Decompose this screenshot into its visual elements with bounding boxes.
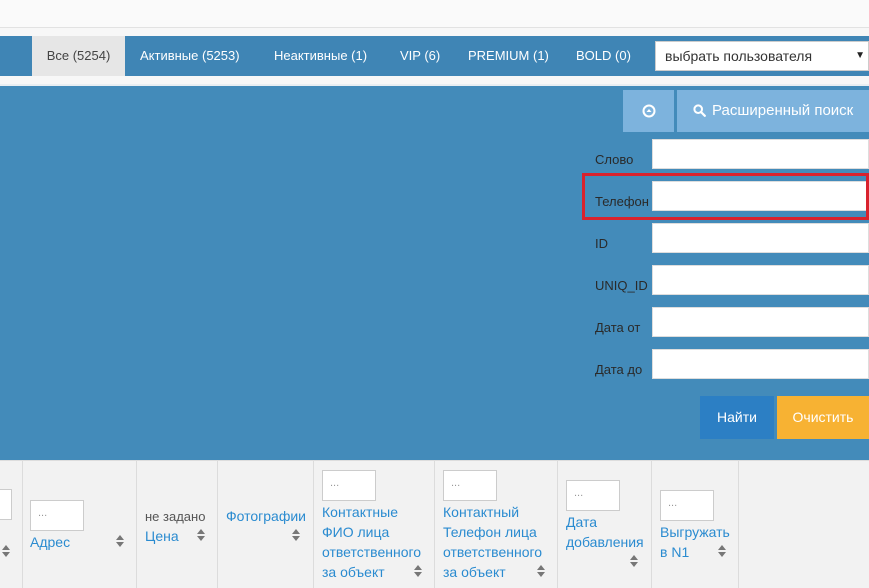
price-column-header[interactable]: Цена bbox=[145, 526, 179, 546]
uniq-id-input[interactable] bbox=[652, 265, 869, 295]
tab-bold[interactable]: BOLD (0) bbox=[576, 36, 631, 76]
chevron-down-icon: ▼ bbox=[855, 50, 865, 61]
header-line: за объект bbox=[443, 564, 506, 580]
sort-icon[interactable] bbox=[2, 545, 10, 557]
find-button[interactable]: Найти bbox=[700, 396, 774, 439]
price-filter-value[interactable]: не задано bbox=[145, 509, 205, 524]
word-input[interactable] bbox=[652, 139, 869, 169]
phone-field-highlight bbox=[582, 173, 869, 220]
header-line: Контактные bbox=[322, 504, 398, 520]
header-line: ответственного bbox=[443, 544, 543, 560]
search-icon bbox=[693, 104, 706, 117]
word-label: Слово bbox=[595, 152, 634, 167]
address-filter-input[interactable]: ... bbox=[30, 500, 84, 531]
column-separator bbox=[22, 461, 23, 588]
clear-button[interactable]: Очистить bbox=[777, 396, 869, 439]
sort-icon[interactable] bbox=[630, 555, 638, 567]
column-separator bbox=[313, 461, 314, 588]
header-line: за объект bbox=[322, 564, 385, 580]
date-from-input[interactable] bbox=[652, 307, 869, 337]
contact-name-column-header[interactable]: Контактные ФИО лица ответственного за об… bbox=[322, 502, 421, 582]
filter-input[interactable]: ... bbox=[0, 489, 12, 520]
header-line: ответственного bbox=[322, 544, 422, 560]
sort-icon[interactable] bbox=[116, 535, 124, 547]
date-added-filter-input[interactable]: ... bbox=[566, 480, 620, 511]
contact-phone-column-header[interactable]: Контактный Телефон лица ответственного з… bbox=[443, 502, 542, 582]
user-select-value: выбрать пользователя bbox=[665, 48, 813, 64]
header-line: Телефон лица bbox=[443, 524, 537, 540]
column-separator bbox=[738, 461, 739, 588]
date-from-label: Дата от bbox=[595, 320, 641, 335]
sort-icon[interactable] bbox=[718, 545, 726, 557]
export-n1-filter-input[interactable]: ... bbox=[660, 490, 714, 521]
tab-premium[interactable]: PREMIUM (1) bbox=[468, 36, 549, 76]
header-line: Выгружать bbox=[660, 524, 730, 540]
tab-all[interactable]: Все (5254) bbox=[32, 36, 125, 76]
table-header: ... ... Адрес не задано Цена Фотографии … bbox=[0, 460, 869, 588]
contact-name-filter-input[interactable]: ... bbox=[322, 470, 376, 501]
header-line: добавления bbox=[566, 534, 644, 550]
tab-vip[interactable]: VIP (6) bbox=[400, 36, 440, 76]
sort-icon[interactable] bbox=[414, 565, 422, 577]
tab-inactive[interactable]: Неактивные (1) bbox=[274, 36, 367, 76]
toggle-search-button[interactable] bbox=[623, 90, 674, 132]
column-separator bbox=[136, 461, 137, 588]
id-input[interactable] bbox=[652, 223, 869, 253]
address-column-header[interactable]: Адрес bbox=[30, 532, 70, 552]
header-line: ФИО лица bbox=[322, 524, 390, 540]
circle-arrow-icon bbox=[642, 104, 655, 118]
sort-icon[interactable] bbox=[292, 529, 300, 541]
column-separator bbox=[651, 461, 652, 588]
date-added-column-header[interactable]: Дата добавления bbox=[566, 512, 644, 552]
id-label: ID bbox=[595, 236, 608, 251]
uniq-id-label: UNIQ_ID bbox=[595, 278, 648, 293]
tab-active[interactable]: Активные (5253) bbox=[140, 36, 240, 76]
column-separator bbox=[557, 461, 558, 588]
date-to-input[interactable] bbox=[652, 349, 869, 379]
sort-icon[interactable] bbox=[197, 529, 205, 541]
sort-icon[interactable] bbox=[537, 565, 545, 577]
column-separator bbox=[434, 461, 435, 588]
contact-phone-filter-input[interactable]: ... bbox=[443, 470, 497, 501]
date-to-label: Дата до bbox=[595, 362, 643, 377]
browser-top-strip bbox=[0, 0, 869, 28]
advanced-search-label: Расширенный поиск bbox=[712, 102, 854, 119]
header-line: Дата bbox=[566, 514, 598, 530]
header-line: Контактный bbox=[443, 504, 520, 520]
advanced-search-button[interactable]: Расширенный поиск bbox=[677, 90, 869, 132]
user-select[interactable]: выбрать пользователя ▼ bbox=[655, 41, 869, 71]
column-separator bbox=[217, 461, 218, 588]
photos-column-header[interactable]: Фотографии bbox=[226, 506, 306, 526]
